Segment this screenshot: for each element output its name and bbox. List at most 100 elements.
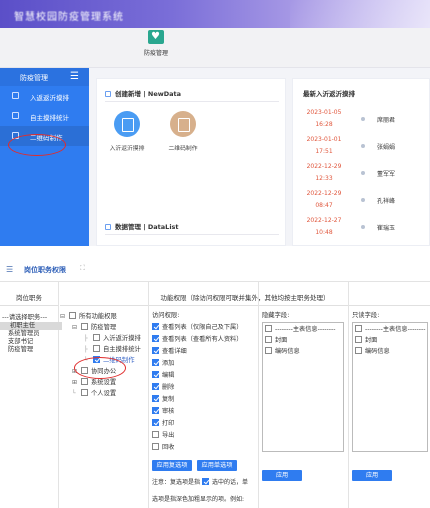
divider <box>105 101 279 102</box>
perm-item[interactable]: 添加 <box>152 358 242 370</box>
checkbox-checked[interactable] <box>152 419 159 426</box>
timeline-time: 08:47 <box>315 202 333 209</box>
access-list: 查看列表（仅限自己及下属） 查看列表（查看所有人资料） 查看详细 添加 编辑 删… <box>152 322 242 454</box>
person-icon <box>12 92 19 99</box>
apply-single-button[interactable]: 应用单选项 <box>197 460 237 471</box>
perm-item[interactable]: 查看列表（仅限自己及下属） <box>152 322 242 334</box>
checkbox[interactable] <box>265 325 272 332</box>
expand-icon[interactable]: ⛶ <box>80 264 85 273</box>
checkbox-checked[interactable] <box>152 323 159 330</box>
collapse-icon[interactable]: ⊟ <box>72 323 79 333</box>
menu-icon[interactable]: ☰ <box>6 265 13 274</box>
data-list-title: 数据管理 | DataList <box>105 221 179 231</box>
perm-item[interactable]: 导出 <box>152 430 242 442</box>
apply-hidden-button[interactable]: 应用 <box>262 470 302 481</box>
top-app-window: 智慧校园防疫管理系统 防疫管理 防疫管理 ☰ 入返返沂摸排 自主摸排统计 二维码… <box>0 0 430 246</box>
card-icon <box>105 91 111 97</box>
checkbox[interactable] <box>265 347 272 354</box>
checkbox-checked[interactable] <box>152 347 159 354</box>
timeline-dot <box>361 198 365 202</box>
checkbox[interactable] <box>355 325 362 332</box>
field-item[interactable]: 编码信息 <box>355 346 425 357</box>
epidemic-module-button[interactable]: 防疫管理 <box>141 30 171 66</box>
checkbox[interactable] <box>81 323 88 330</box>
apply-multi-button[interactable]: 应用复选项 <box>152 460 192 471</box>
checkbox-checked[interactable] <box>152 335 159 342</box>
timeline-row[interactable]: 2022-12-29 08:47 孔祥峰 <box>293 190 430 220</box>
perm-item[interactable]: 查看详细 <box>152 346 242 358</box>
perm-item[interactable]: 回收 <box>152 442 242 454</box>
new-data-card: 创建新增 | NewData 入沂返沂摸排 二维码制作 数据管理 | DataL… <box>96 78 286 246</box>
quick-action-qrcode[interactable]: 二维码制作 <box>153 111 213 152</box>
sidebar-item-label: 入返返沂摸排 <box>30 94 69 102</box>
menu-icon[interactable]: ☰ <box>70 71 79 82</box>
checkbox[interactable] <box>93 345 100 352</box>
perms-header: 功能权限（除访问权限可联并集外，其他均按主职务处理） <box>60 290 430 306</box>
perm-item[interactable]: 编辑 <box>152 370 242 382</box>
hidden-title: 隐藏字段: <box>262 312 290 319</box>
role-list: ---请选择职务--- 初职主任 系统管理员 支部书记 防疫管理 <box>0 314 62 354</box>
timeline-name: 董军军 <box>377 171 396 178</box>
role-item-selected[interactable]: 初职主任 <box>0 322 62 330</box>
tree-node-stats[interactable]: ├ 自主摸排统计 <box>84 345 141 355</box>
checkbox-checked[interactable] <box>152 395 159 402</box>
checkbox-checked[interactable] <box>152 407 159 414</box>
sidebar-item-stats[interactable]: 自主摸排统计 <box>0 106 89 126</box>
role-item[interactable]: 防疫管理 <box>0 346 62 354</box>
quick-action-survey[interactable]: 入沂返沂摸排 <box>97 111 157 152</box>
note-text: 注意：复选项是指 选中的话，单 <box>152 478 249 486</box>
expand-icon[interactable]: ⊞ <box>72 378 79 388</box>
timeline-row[interactable]: 2022-12-27 10:48 崔瑞玉 <box>293 217 430 246</box>
note-text: 选项是指深色加粗显示的项。例如: <box>152 496 245 503</box>
field-item[interactable]: 编码信息 <box>265 346 335 357</box>
checkbox-checked[interactable] <box>152 383 159 390</box>
checkbox[interactable] <box>81 389 88 396</box>
role-item[interactable]: ---请选择职务--- <box>0 314 62 322</box>
divider <box>258 282 259 508</box>
checkbox[interactable] <box>93 334 100 341</box>
tree-node-survey[interactable]: ├ 入沂返沂摸排 <box>84 334 141 344</box>
field-item[interactable]: 封面 <box>355 335 425 346</box>
checkbox[interactable] <box>152 431 159 438</box>
chart-icon <box>12 112 19 119</box>
checkbox[interactable] <box>355 347 362 354</box>
timeline-name: 孔祥峰 <box>377 198 396 205</box>
checkbox[interactable] <box>69 312 76 319</box>
tab-role-permissions[interactable]: 岗位职务权限 <box>24 265 66 275</box>
timeline-time: 10:48 <box>315 229 333 236</box>
tree-node-system[interactable]: ⊞ 系统设置 <box>72 378 116 388</box>
perm-item[interactable]: 删除 <box>152 382 242 394</box>
perm-item[interactable]: 复制 <box>152 394 242 406</box>
checkbox-checked[interactable] <box>152 371 159 378</box>
tree-node-personal[interactable]: └ 个人设置 <box>72 389 116 399</box>
tree-root[interactable]: ⊟ 所有功能权限 <box>60 312 117 322</box>
checkbox[interactable] <box>152 443 159 450</box>
checkbox[interactable] <box>81 378 88 385</box>
highlight-annotation <box>74 357 126 379</box>
sidebar-item-survey[interactable]: 入返返沂摸排 <box>0 86 89 106</box>
timeline-row[interactable]: 2023-01-01 17:51 张娟娟 <box>293 136 430 166</box>
divider <box>148 282 149 508</box>
checkbox-checked[interactable] <box>152 359 159 366</box>
quick-action-label: 入沂返沂摸排 <box>109 146 145 152</box>
role-item[interactable]: 支部书记 <box>0 338 62 346</box>
field-item[interactable]: 封面 <box>265 335 335 346</box>
timeline-row[interactable]: 2022-12-29 12:33 董军军 <box>293 163 430 193</box>
field-item[interactable]: --------主表信息-------- <box>265 324 335 335</box>
perm-item[interactable]: 打印 <box>152 418 242 430</box>
collapse-icon[interactable]: ⊟ <box>60 312 67 322</box>
role-item[interactable]: 系统管理员 <box>0 330 62 338</box>
perm-item[interactable]: 查看列表（查看所有人资料） <box>152 334 242 346</box>
apply-readonly-button[interactable]: 应用 <box>352 470 392 481</box>
timeline-row[interactable]: 2023-01-05 16:28 席丽君 <box>293 109 430 139</box>
timeline-date: 2023-01-05 <box>306 109 342 116</box>
checkbox[interactable] <box>355 336 362 343</box>
timeline-date: 2022-12-29 <box>306 190 342 197</box>
checkbox[interactable] <box>265 336 272 343</box>
tree-node-group[interactable]: ⊟ 防疫管理 <box>72 323 116 333</box>
recent-title: 最新入沂返沂摸排 <box>303 90 355 98</box>
timeline-time: 16:28 <box>315 121 333 128</box>
new-data-title: 创建新增 | NewData <box>105 88 181 98</box>
perm-item[interactable]: 审核 <box>152 406 242 418</box>
field-item[interactable]: --------主表信息-------- <box>355 324 425 335</box>
